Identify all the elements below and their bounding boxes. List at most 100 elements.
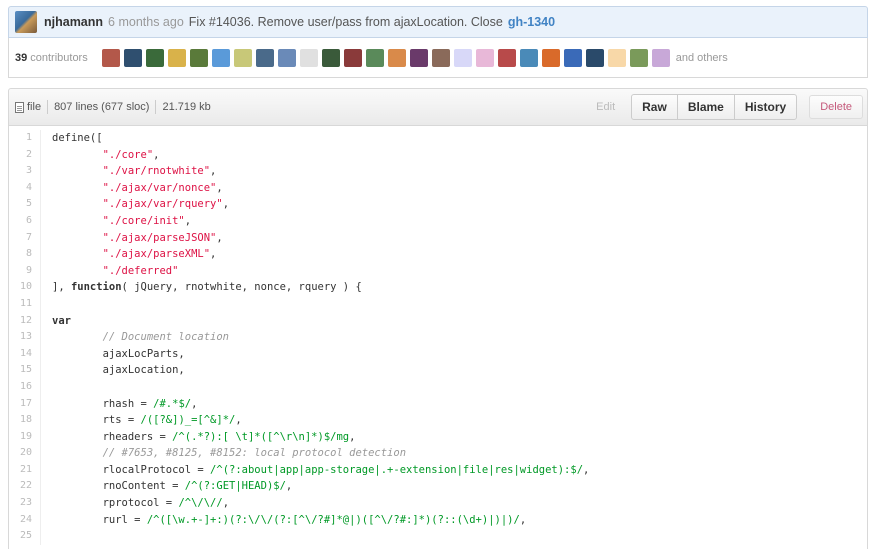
line-number[interactable]: 23 <box>9 495 41 512</box>
contributor-avatar[interactable] <box>123 48 142 67</box>
line-number[interactable]: 22 <box>9 478 41 496</box>
contributor-avatar[interactable] <box>519 48 538 67</box>
line-number[interactable]: 19 <box>9 428 41 446</box>
code-token: , <box>210 165 217 178</box>
contributor-avatar[interactable] <box>321 48 340 67</box>
code-text: "./core", <box>41 147 160 164</box>
contributor-avatar[interactable] <box>497 48 516 67</box>
line-number[interactable]: 25 <box>9 528 41 545</box>
contributor-avatar[interactable] <box>563 48 582 67</box>
contributor-avatar[interactable] <box>651 48 670 67</box>
line-number[interactable]: 2 <box>9 146 41 164</box>
line-number[interactable]: 13 <box>9 329 41 346</box>
issue-link[interactable]: gh-1340 <box>508 15 555 29</box>
contributors-label[interactable]: contributors <box>30 52 87 64</box>
line-number[interactable]: 11 <box>9 295 41 313</box>
edit-button[interactable]: Edit <box>596 101 615 113</box>
code-text: "./ajax/parseXML", <box>41 246 217 263</box>
contributor-avatar[interactable] <box>475 48 494 67</box>
contributor-avatar[interactable] <box>145 48 164 67</box>
code-token: rts = <box>52 414 141 427</box>
contributor-avatar[interactable] <box>255 48 274 67</box>
code-token: , <box>222 198 230 211</box>
line-number[interactable]: 10 <box>9 279 41 296</box>
contributors-count[interactable]: 39 <box>15 52 27 64</box>
commit-author[interactable]: njhamann <box>44 15 103 29</box>
code-view: 1 define([2 "./core", 3 "./var/rnotwhite",… <box>8 126 868 549</box>
line-number[interactable]: 21 <box>9 461 41 479</box>
contributor-avatar[interactable] <box>387 48 406 67</box>
line-number[interactable]: 3 <box>9 163 41 180</box>
history-button[interactable]: History <box>735 95 796 119</box>
code-token: rnoContent = <box>52 480 185 493</box>
line-number[interactable]: 6 <box>9 212 41 230</box>
code-text: "./deferred" <box>41 263 179 280</box>
line-number[interactable]: 24 <box>9 511 41 529</box>
code-line: 7 "./ajax/parseJSON", <box>9 229 867 247</box>
contributor-avatar[interactable] <box>167 48 186 67</box>
line-number[interactable]: 18 <box>9 412 41 429</box>
contributor-avatar[interactable] <box>101 48 120 67</box>
line-number[interactable]: 16 <box>9 378 41 396</box>
contributor-avatar[interactable] <box>607 48 626 67</box>
commit-message[interactable]: Fix #14036. Remove user/pass from ajaxLo… <box>189 15 503 29</box>
file-size: 21.719 kb <box>162 101 211 113</box>
contributor-avatar[interactable] <box>585 48 604 67</box>
code-text: rhash = /#.*$/, <box>41 396 198 413</box>
contributor-avatar[interactable] <box>211 48 230 67</box>
code-text: rnoContent = /^(?:GET|HEAD)$/, <box>41 478 293 495</box>
code-token: "./ajax/var/nonce" <box>102 181 217 194</box>
code-token: "./ajax/var/rquery" <box>102 198 223 211</box>
line-number[interactable]: 15 <box>9 362 41 379</box>
contributor-avatar[interactable] <box>233 48 252 67</box>
line-number[interactable]: 1 <box>9 130 41 147</box>
code-line: 13 // Document location <box>9 329 867 346</box>
file-icon <box>15 101 24 113</box>
contributors-others[interactable]: and others <box>676 52 728 64</box>
line-number[interactable]: 8 <box>9 246 41 263</box>
code-token: , <box>222 497 230 510</box>
contributor-avatar[interactable] <box>277 48 296 67</box>
contributor-avatar[interactable] <box>453 48 472 67</box>
blame-button[interactable]: Blame <box>678 95 735 119</box>
contributor-avatar[interactable] <box>343 48 362 67</box>
code-text: ajaxLocation, <box>41 362 185 379</box>
code-token: , <box>210 248 217 261</box>
contributor-avatar[interactable] <box>189 48 208 67</box>
contributor-avatar[interactable] <box>365 48 384 67</box>
line-number[interactable]: 9 <box>9 262 41 280</box>
line-number[interactable]: 20 <box>9 445 41 462</box>
raw-button[interactable]: Raw <box>632 95 678 119</box>
line-number[interactable]: 14 <box>9 345 41 363</box>
file-label: file <box>27 101 42 113</box>
code-line: 10], function( jQuery, rnotwhite, nonce,… <box>9 279 867 296</box>
line-number[interactable]: 17 <box>9 395 41 413</box>
commit-bar: njhamann 6 months ago Fix #14036. Remove… <box>8 6 868 38</box>
contributor-avatar[interactable] <box>409 48 428 67</box>
code-text: ], function( jQuery, rnotwhite, nonce, r… <box>41 279 362 296</box>
commit-time[interactable]: 6 months ago <box>108 15 184 29</box>
contributor-avatar[interactable] <box>629 48 648 67</box>
contributor-avatar[interactable] <box>299 48 318 67</box>
view-button-group: Raw Blame History <box>631 94 798 120</box>
line-number[interactable]: 12 <box>9 312 41 330</box>
code-line: 19 rheaders = /^(.*?):[ \t]*([^\r\n]*)$/… <box>9 428 867 446</box>
code-line: 8 "./ajax/parseXML", <box>9 246 867 263</box>
line-number[interactable]: 5 <box>9 196 41 213</box>
author-avatar[interactable] <box>15 11 37 33</box>
line-number[interactable]: 7 <box>9 229 41 247</box>
contributor-avatar[interactable] <box>541 48 560 67</box>
code-token: , <box>153 148 160 161</box>
code-token: , <box>235 414 242 427</box>
code-token: "./ajax/parseXML" <box>102 248 211 261</box>
contributor-avatar[interactable] <box>431 48 450 67</box>
line-number[interactable]: 4 <box>9 179 41 197</box>
delete-button[interactable]: Delete <box>809 95 863 119</box>
